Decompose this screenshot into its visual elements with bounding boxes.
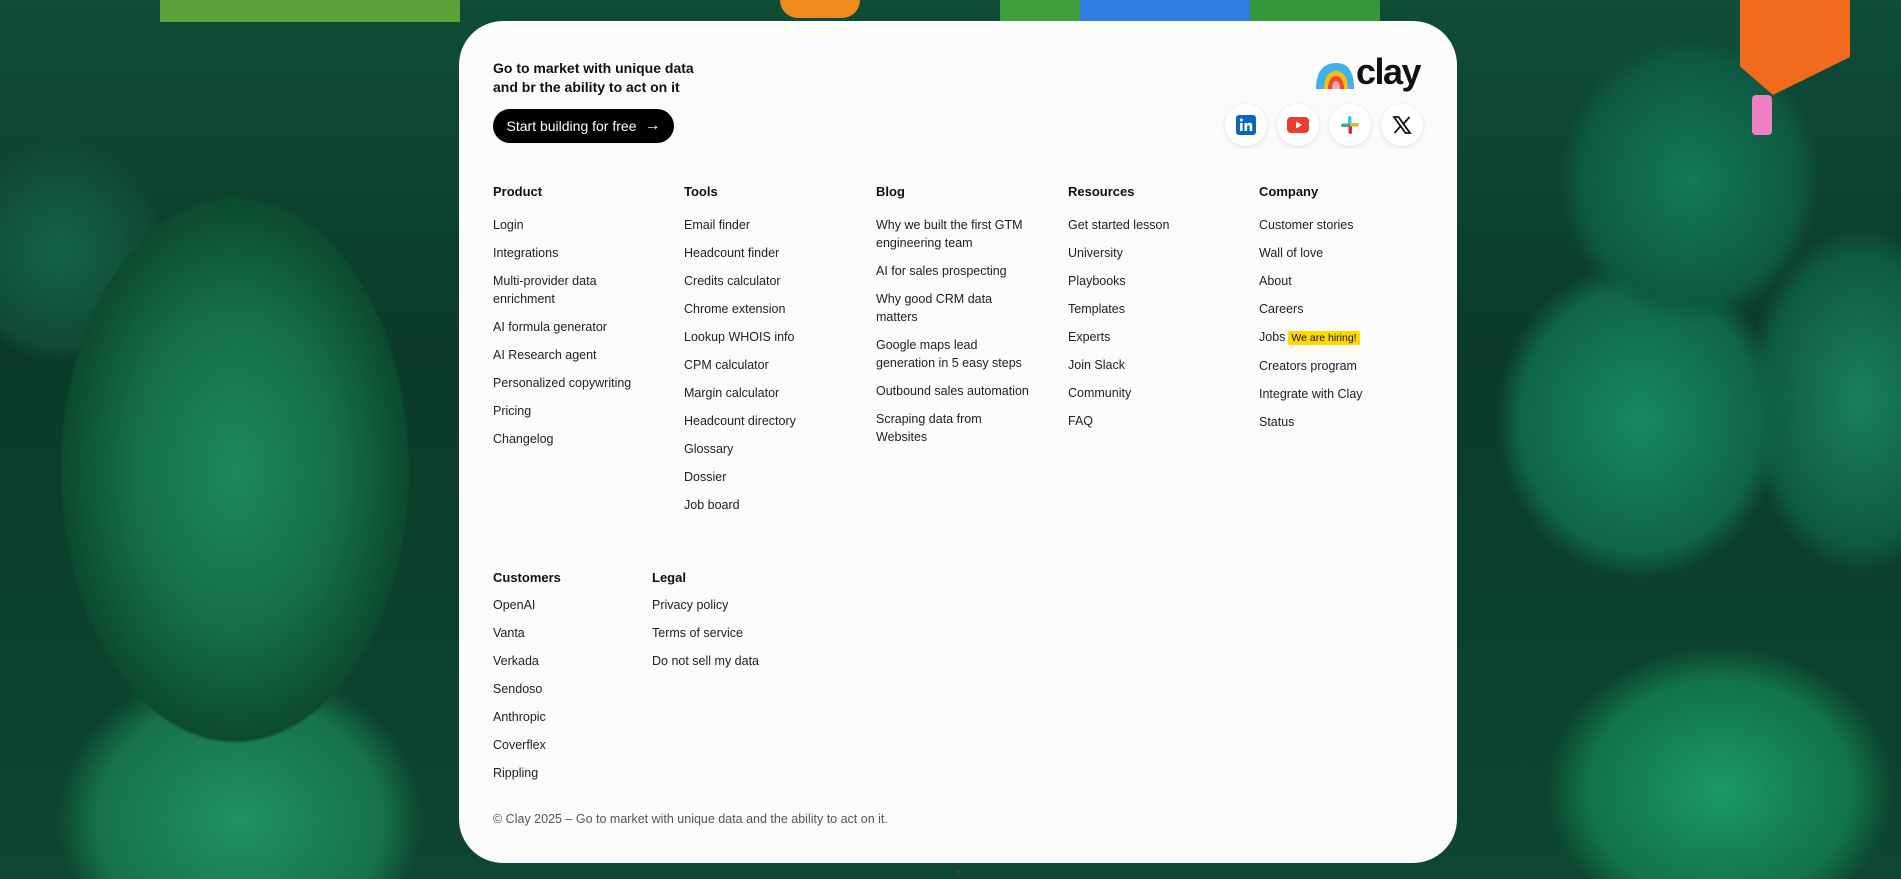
footer-link-headcount-finder[interactable]: Headcount finder <box>684 244 834 262</box>
footer-link-glossary[interactable]: Glossary <box>684 440 834 458</box>
footer-column-legal: Legal Privacy policy Terms of service Do… <box>652 570 802 680</box>
customer-link-coverflex[interactable]: Coverflex <box>493 736 633 754</box>
footer-link-multi-provider-enrichment[interactable]: Multi-provider data enrichment <box>493 272 623 308</box>
footer-link-creators-program[interactable]: Creators program <box>1259 357 1429 375</box>
start-building-button[interactable]: Start building for free → <box>493 109 674 143</box>
footer-tagline: Go to market with unique data and br the… <box>493 59 733 97</box>
footer-link-community[interactable]: Community <box>1068 384 1218 402</box>
footer-link-wall-of-love[interactable]: Wall of love <box>1259 244 1429 262</box>
customer-link-vanta[interactable]: Vanta <box>493 624 633 642</box>
x-icon <box>1392 116 1412 134</box>
background-strip-blue <box>1080 0 1250 22</box>
customer-link-rippling[interactable]: Rippling <box>493 764 633 782</box>
hiring-badge: We are hiring! <box>1288 331 1360 345</box>
column-title-tools: Tools <box>684 184 718 199</box>
footer-link-about[interactable]: About <box>1259 272 1429 290</box>
footer-link-careers[interactable]: Careers <box>1259 300 1429 318</box>
footer-link-get-started-lesson[interactable]: Get started lesson <box>1068 216 1218 234</box>
footer-link-credits-calculator[interactable]: Credits calculator <box>684 272 834 290</box>
footer-link-jobs[interactable]: Jobs We are hiring! <box>1259 328 1429 347</box>
footer-column-product: Product Login Integrations Multi-provide… <box>493 184 643 458</box>
footer-column-company: Company Customer stories Wall of love Ab… <box>1259 184 1429 441</box>
footer-column-customers: Customers OpenAI Vanta Verkada Sendoso A… <box>493 570 633 792</box>
clay-logo-mark-icon <box>1316 63 1354 89</box>
background-strip-pink <box>1752 95 1772 135</box>
blog-link-gtm-engineering-team[interactable]: Why we built the first GTM engineering t… <box>876 216 1036 252</box>
legal-link-privacy-policy[interactable]: Privacy policy <box>652 596 802 614</box>
copyright-text: © Clay 2025 – Go to market with unique d… <box>493 812 888 826</box>
footer-link-ai-research-agent[interactable]: AI Research agent <box>493 346 643 364</box>
legal-link-terms-of-service[interactable]: Terms of service <box>652 624 802 642</box>
footer-link-cpm-calculator[interactable]: CPM calculator <box>684 356 834 374</box>
column-title-customers: Customers <box>493 570 561 585</box>
footer-link-login[interactable]: Login <box>493 216 643 234</box>
youtube-link[interactable] <box>1277 104 1319 146</box>
footer-link-integrations[interactable]: Integrations <box>493 244 643 262</box>
column-title-blog: Blog <box>876 184 905 199</box>
footer-link-job-board[interactable]: Job board <box>684 496 834 514</box>
customer-link-verkada[interactable]: Verkada <box>493 652 633 670</box>
background-strip-orange-blob <box>780 0 860 18</box>
background-strip-green <box>160 0 460 22</box>
footer-link-changelog[interactable]: Changelog <box>493 430 643 448</box>
footer-link-lookup-whois[interactable]: Lookup WHOIS info <box>684 328 834 346</box>
blog-link-scraping-websites[interactable]: Scraping data from Websites <box>876 410 1036 446</box>
footer-link-jobs-label: Jobs <box>1259 330 1286 344</box>
linkedin-link[interactable] <box>1225 104 1267 146</box>
footer-link-chrome-extension[interactable]: Chrome extension <box>684 300 834 318</box>
footer-link-integrate-with-clay[interactable]: Integrate with Clay <box>1259 385 1429 403</box>
footer-link-university[interactable]: University <box>1068 244 1218 262</box>
footer-link-join-slack[interactable]: Join Slack <box>1068 356 1218 374</box>
customer-link-anthropic[interactable]: Anthropic <box>493 708 633 726</box>
x-link[interactable] <box>1381 104 1423 146</box>
footer-link-dossier[interactable]: Dossier <box>684 468 834 486</box>
clay-logo-text: clay <box>1356 51 1422 92</box>
footer-link-status[interactable]: Status <box>1259 413 1429 431</box>
blog-link-crm-data[interactable]: Why good CRM data matters <box>876 290 1036 326</box>
column-title-company: Company <box>1259 184 1319 199</box>
column-title-resources: Resources <box>1068 184 1135 199</box>
footer-link-personalized-copywriting[interactable]: Personalized copywriting <box>493 374 643 392</box>
tagline-line-1: Go to market with unique data <box>493 60 694 76</box>
column-title-legal: Legal <box>652 570 686 585</box>
footer-column-resources: Resources Get started lesson University … <box>1068 184 1218 440</box>
footer-link-margin-calculator[interactable]: Margin calculator <box>684 384 834 402</box>
footer-link-customer-stories[interactable]: Customer stories <box>1259 216 1429 234</box>
slack-link[interactable] <box>1329 104 1371 146</box>
footer-column-tools: Tools Email finder Headcount finder Cred… <box>684 184 834 524</box>
footer-column-blog: Blog Why we built the first GTM engineer… <box>876 184 1036 456</box>
background-strip-green-2 <box>1250 0 1380 22</box>
footer-link-pricing[interactable]: Pricing <box>493 402 643 420</box>
footer-panel: Go to market with unique data and br the… <box>459 21 1457 863</box>
footer-link-experts[interactable]: Experts <box>1068 328 1218 346</box>
background-strip-green-right <box>1000 0 1080 22</box>
blog-link-outbound-automation[interactable]: Outbound sales automation <box>876 382 1036 400</box>
column-title-product: Product <box>493 184 543 199</box>
customer-link-sendoso[interactable]: Sendoso <box>493 680 633 698</box>
clay-logo[interactable]: clay <box>1314 51 1424 95</box>
linkedin-icon <box>1236 115 1256 135</box>
footer-link-playbooks[interactable]: Playbooks <box>1068 272 1218 290</box>
footer-link-faq[interactable]: FAQ <box>1068 412 1218 430</box>
slack-icon <box>1341 116 1359 134</box>
tagline-line-2: and br the ability to act on it <box>493 79 680 95</box>
customer-link-openai[interactable]: OpenAI <box>493 596 633 614</box>
footer-link-ai-formula-generator[interactable]: AI formula generator <box>493 318 643 336</box>
close-icon: ✕ <box>954 868 963 879</box>
start-building-label: Start building for free <box>506 118 637 134</box>
footer-link-email-finder[interactable]: Email finder <box>684 216 834 234</box>
footer-link-headcount-directory[interactable]: Headcount directory <box>684 412 834 430</box>
youtube-icon <box>1287 117 1309 133</box>
blog-link-google-maps-leads[interactable]: Google maps lead generation in 5 easy st… <box>876 336 1036 372</box>
blog-link-ai-sales-prospecting[interactable]: AI for sales prospecting <box>876 262 1036 280</box>
footer-link-templates[interactable]: Templates <box>1068 300 1218 318</box>
legal-link-do-not-sell[interactable]: Do not sell my data <box>652 652 802 670</box>
arrow-right-icon: → <box>644 117 661 134</box>
